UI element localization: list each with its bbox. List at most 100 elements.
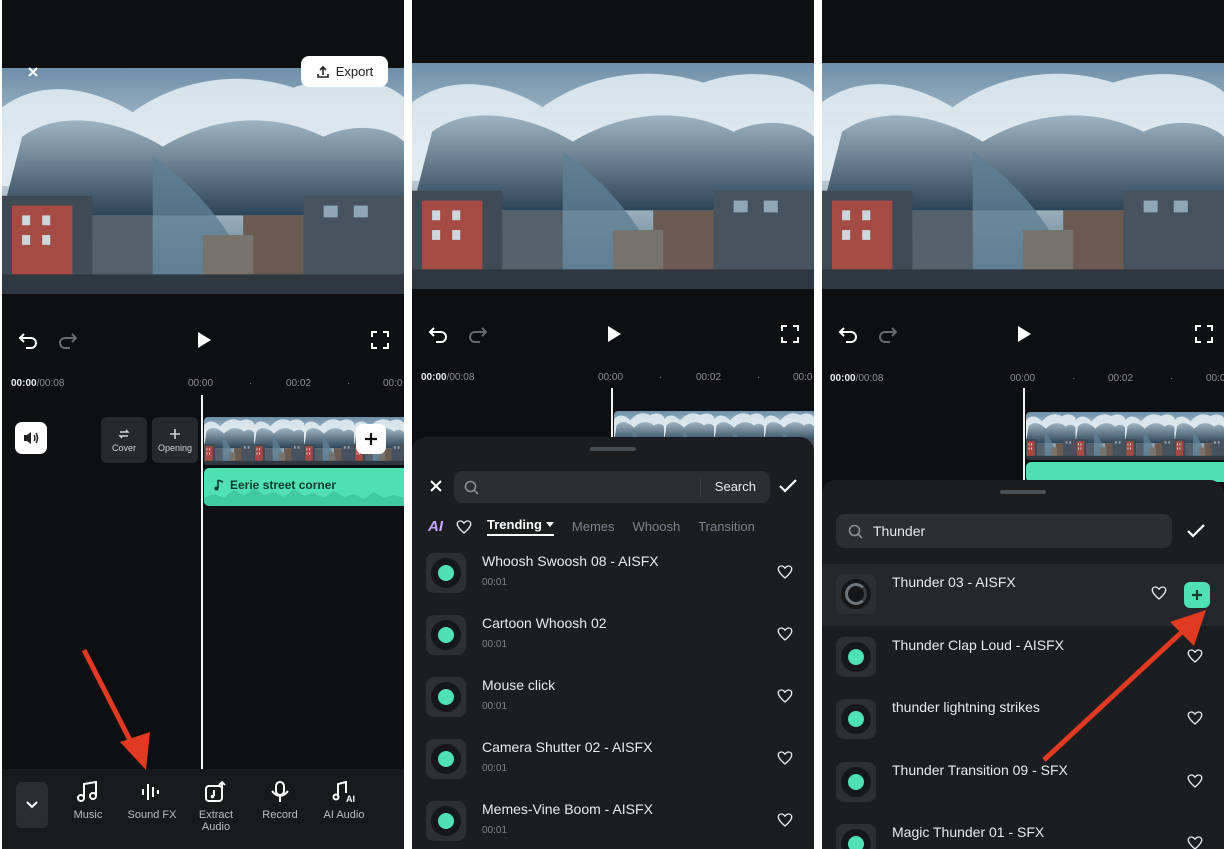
heart-icon[interactable]	[1186, 834, 1204, 849]
playhead[interactable]	[201, 395, 203, 770]
music-note-icon	[214, 479, 224, 491]
playhead[interactable]	[611, 388, 613, 438]
sound-fx-sheet: Search AI Trending Memes Whoosh Transiti…	[412, 437, 814, 849]
cover-button[interactable]: Cover	[101, 417, 147, 463]
search-input[interactable]	[487, 479, 700, 495]
confirm-icon[interactable]	[778, 476, 798, 496]
tool-sound-fx[interactable]: Sound FX	[122, 781, 182, 821]
annotation-arrow	[81, 648, 150, 770]
heart-icon[interactable]	[455, 518, 473, 536]
confirm-icon[interactable]	[1186, 521, 1206, 541]
undo-icon[interactable]	[836, 322, 860, 346]
redo-icon[interactable]	[466, 322, 490, 346]
heart-icon[interactable]	[776, 563, 794, 581]
tool-label: Sound FX	[127, 809, 177, 821]
tab-transition[interactable]: Transition	[698, 519, 755, 534]
ruler-tick: 00:00	[188, 378, 214, 389]
export-button[interactable]: Export	[301, 56, 388, 87]
list-item[interactable]: Whoosh Swoosh 08 - AISFX 00:01	[412, 543, 814, 605]
tab-whoosh[interactable]: Whoosh	[633, 519, 681, 534]
play-icon[interactable]	[602, 322, 626, 346]
fullscreen-icon[interactable]	[1192, 322, 1216, 346]
search-bar[interactable]: Thunder	[836, 514, 1172, 548]
editor-panel: Export 00:00/00:08 00:00 · 00:02 · 00:0 …	[2, 0, 404, 849]
sound-thumbnail	[836, 699, 876, 739]
sound-thumbnail-loading	[836, 574, 876, 614]
playhead[interactable]	[1023, 388, 1025, 483]
list-item[interactable]: Magic Thunder 01 - SFX	[822, 814, 1224, 849]
sound-title: Thunder 03 - AISFX	[892, 574, 1016, 590]
list-item-selected[interactable]: Thunder 03 - AISFX	[822, 564, 1224, 626]
collapse-button[interactable]	[16, 782, 48, 828]
tool-label: Record	[262, 809, 298, 821]
video-preview	[412, 63, 814, 289]
heart-icon[interactable]	[1186, 772, 1204, 790]
heart-icon[interactable]	[776, 625, 794, 643]
ruler-tick: 00:00	[1010, 373, 1036, 384]
tab-memes[interactable]: Memes	[572, 519, 615, 534]
tool-label: Music	[73, 809, 103, 821]
sheet-handle[interactable]	[590, 447, 636, 451]
fullscreen-icon[interactable]	[778, 322, 802, 346]
timecode-current: 00:00	[11, 378, 37, 389]
search-bar: Search	[454, 471, 770, 503]
ruler-tick: 00:02	[1108, 373, 1134, 384]
sound-duration: 00:01	[482, 763, 508, 774]
undo-icon[interactable]	[426, 322, 450, 346]
list-item[interactable]: Memes-Vine Boom - AISFX 00:01	[412, 791, 814, 849]
search-icon	[464, 480, 479, 495]
ai-badge[interactable]: AI	[428, 518, 443, 535]
close-icon[interactable]	[20, 62, 46, 82]
plus-icon	[1192, 590, 1202, 600]
timecode-total: /00:08	[36, 378, 65, 389]
cover-label: Cover	[111, 442, 136, 453]
play-icon[interactable]	[192, 328, 216, 352]
heart-icon[interactable]	[776, 687, 794, 705]
opening-button[interactable]: Opening	[152, 417, 198, 463]
heart-icon[interactable]	[1150, 584, 1168, 602]
redo-icon[interactable]	[876, 322, 900, 346]
ruler-tick: 00:0	[793, 372, 813, 383]
search-input[interactable]: Thunder	[873, 523, 925, 539]
list-item[interactable]: Thunder Transition 09 - SFX	[822, 752, 1224, 814]
list-item[interactable]: Mouse click 00:01	[412, 667, 814, 729]
sound-title: Whoosh Swoosh 08 - AISFX	[482, 553, 659, 569]
tab-trending[interactable]: Trending	[487, 517, 554, 536]
heart-icon[interactable]	[776, 749, 794, 767]
undo-icon[interactable]	[16, 328, 40, 352]
play-icon[interactable]	[1012, 322, 1036, 346]
audio-clip-track[interactable]: Eerie street corner	[204, 468, 404, 506]
tool-music[interactable]: Music	[58, 781, 118, 821]
sheet-handle[interactable]	[1000, 490, 1046, 494]
list-item[interactable]: Camera Shutter 02 - AISFX 00:01	[412, 729, 814, 791]
tool-label: AI Audio	[323, 809, 365, 821]
sound-title: Thunder Transition 09 - SFX	[892, 762, 1068, 778]
list-item[interactable]: Thunder Clap Loud - AISFX	[822, 627, 1224, 689]
heart-icon[interactable]	[1186, 647, 1204, 665]
tool-ai-audio[interactable]: AI AI Audio	[314, 781, 374, 821]
list-item[interactable]: thunder lightning strikes	[822, 689, 1224, 751]
search-button[interactable]: Search	[699, 477, 770, 497]
audio-clip-track[interactable]	[1026, 462, 1224, 482]
tool-record[interactable]: Record	[250, 781, 310, 821]
sound-title: thunder lightning strikes	[892, 699, 1040, 715]
timecode-total: /00:08	[446, 372, 475, 383]
list-item[interactable]: Cartoon Whoosh 02 00:01	[412, 605, 814, 667]
tool-extract-audio[interactable]: Extract Audio	[186, 781, 246, 833]
svg-text:AI: AI	[346, 794, 355, 803]
redo-icon[interactable]	[56, 328, 80, 352]
sound-thumbnail	[836, 762, 876, 802]
mute-toggle[interactable]	[15, 422, 47, 454]
heart-icon[interactable]	[1186, 709, 1204, 727]
export-label: Export	[335, 64, 374, 79]
timecode-current: 00:00	[421, 372, 447, 383]
close-icon[interactable]	[426, 476, 446, 496]
add-sound-button[interactable]	[1184, 582, 1210, 608]
bottom-toolbar: Music Sound FX Extract Audio Record AI A…	[2, 769, 404, 849]
sound-fx-search-panel: 00:00/00:08 00:00 · 00:02 · 00:0 Thunder…	[822, 0, 1224, 849]
fullscreen-icon[interactable]	[368, 328, 392, 352]
video-clip-track[interactable]	[1026, 412, 1224, 460]
heart-icon[interactable]	[776, 811, 794, 829]
sound-title: Camera Shutter 02 - AISFX	[482, 739, 653, 755]
add-clip-button[interactable]	[356, 424, 386, 454]
